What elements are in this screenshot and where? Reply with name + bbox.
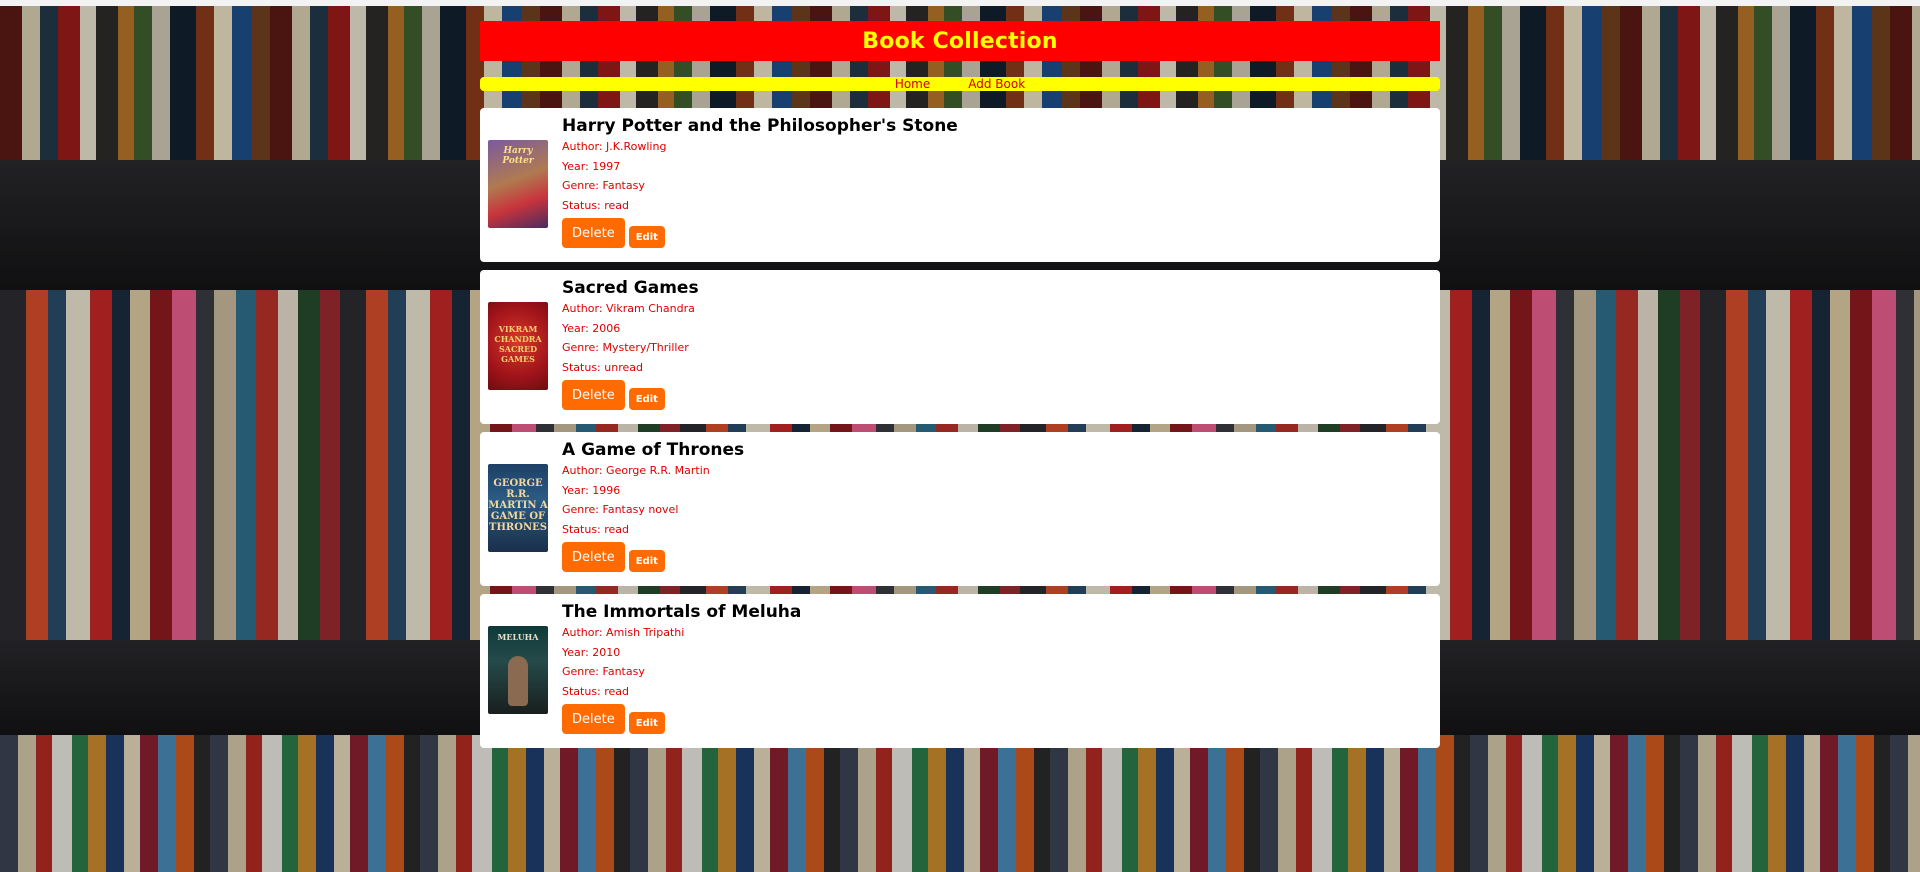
book-year: Year: 2010	[562, 645, 621, 659]
book-genre: Genre: Fantasy	[562, 179, 645, 192]
book-year: Year: 2006	[562, 321, 621, 335]
book-title: Harry Potter and the Philosopher's Stone	[562, 116, 958, 136]
book-actions: Delete Edit	[562, 704, 801, 734]
book-status: Status: read	[562, 522, 630, 536]
book-genre: Genre: Fantasy novel	[562, 503, 679, 516]
edit-button[interactable]: Edit	[628, 712, 665, 734]
book-author: Author: George R.R. Martin	[562, 464, 710, 477]
page-header: Book Collection	[480, 21, 1440, 61]
book-title: Sacred Games	[562, 278, 699, 298]
book-collection-app: Book Collection Home Add Book Harry Pott…	[480, 21, 1440, 748]
book-status: Status: read	[562, 198, 630, 212]
book-author: Author: Amish Tripathi	[562, 626, 685, 639]
top-border	[0, 0, 1920, 6]
book-title: A Game of Thrones	[562, 440, 745, 460]
delete-button[interactable]: Delete	[562, 218, 625, 248]
book-card: Harry Potter Harry Potter and the Philos…	[480, 108, 1440, 262]
book-list: Harry Potter Harry Potter and the Philos…	[480, 108, 1440, 756]
book-year: Year: 1996	[562, 483, 621, 497]
book-cover-image: Harry Potter	[488, 140, 548, 228]
delete-button[interactable]: Delete	[562, 542, 625, 572]
book-year: Year: 1997	[562, 159, 621, 173]
book-info: Sacred Games Author: Vikram Chandra Year…	[562, 277, 699, 410]
book-actions: Delete Edit	[562, 542, 744, 572]
nav-link-add-book[interactable]: Add Book	[968, 77, 1025, 91]
book-genre: Genre: Fantasy	[562, 665, 645, 678]
book-card: VIKRAM CHANDRA SACRED GAMES Sacred Games…	[480, 270, 1440, 424]
navbar: Home Add Book	[480, 77, 1440, 91]
book-info: Harry Potter and the Philosopher's Stone…	[562, 115, 958, 248]
delete-button[interactable]: Delete	[562, 380, 625, 410]
book-cover-image: MELUHA	[488, 626, 548, 714]
book-title: The Immortals of Meluha	[562, 602, 802, 622]
book-info: A Game of Thrones Author: George R.R. Ma…	[562, 439, 744, 572]
book-info: The Immortals of Meluha Author: Amish Tr…	[562, 601, 801, 734]
book-genre: Genre: Mystery/Thriller	[562, 341, 689, 354]
book-card: MELUHA The Immortals of Meluha Author: A…	[480, 594, 1440, 748]
book-author: Author: J.K.Rowling	[562, 140, 667, 153]
book-actions: Delete Edit	[562, 218, 958, 248]
book-card: GEORGE R.R. MARTIN A GAME OF THRONES A G…	[480, 432, 1440, 586]
edit-button[interactable]: Edit	[628, 550, 665, 572]
edit-button[interactable]: Edit	[628, 226, 665, 248]
book-status: Status: read	[562, 684, 630, 698]
nav-link-home[interactable]: Home	[895, 77, 930, 91]
book-cover-image: VIKRAM CHANDRA SACRED GAMES	[488, 302, 548, 390]
book-cover-image: GEORGE R.R. MARTIN A GAME OF THRONES	[488, 464, 548, 552]
page-title: Book Collection	[862, 28, 1058, 54]
book-actions: Delete Edit	[562, 380, 699, 410]
book-author: Author: Vikram Chandra	[562, 302, 695, 315]
book-status: Status: unread	[562, 360, 643, 374]
delete-button[interactable]: Delete	[562, 704, 625, 734]
edit-button[interactable]: Edit	[628, 388, 665, 410]
